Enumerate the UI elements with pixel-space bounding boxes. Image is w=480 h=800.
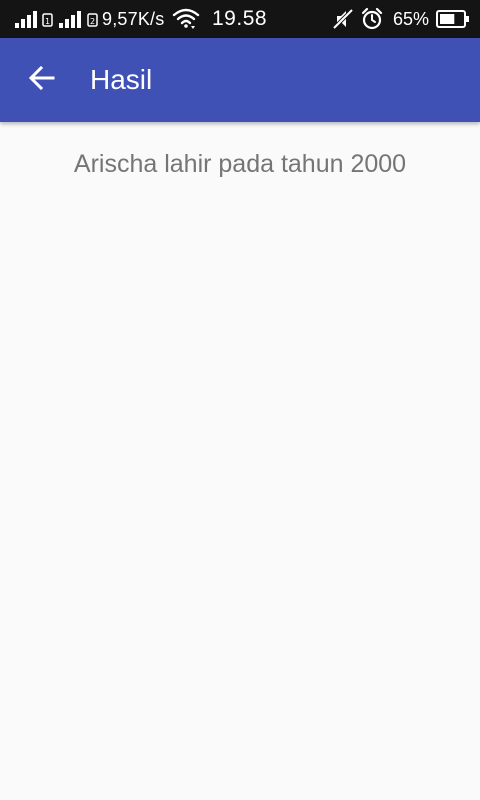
sim2-icon: 2 xyxy=(87,0,99,38)
wifi-icon xyxy=(172,0,200,38)
status-bar: 1 2 9,57K/s 19.58 65% xyxy=(0,0,480,38)
sim2-label: 2 xyxy=(90,17,95,26)
content-area: Arischa lahir pada tahun 2000 xyxy=(0,122,480,800)
battery-icon xyxy=(436,0,470,38)
back-button[interactable] xyxy=(16,54,68,106)
page-title: Hasil xyxy=(90,64,153,95)
alarm-icon xyxy=(360,0,384,38)
signal-strength-icon xyxy=(14,0,40,38)
battery-percentage: 65% xyxy=(393,8,430,29)
network-speed: 9,57K/s xyxy=(102,8,165,29)
result-text: Arischa lahir pada tahun 2000 xyxy=(73,150,407,178)
signal-strength-2-icon xyxy=(58,0,84,38)
mute-icon xyxy=(332,0,354,38)
screen: 1 2 9,57K/s 19.58 65% Hasil Arischa lahi… xyxy=(0,0,480,800)
app-bar: Hasil xyxy=(0,38,480,122)
sim1-label: 1 xyxy=(45,17,50,26)
status-time: 19.58 xyxy=(212,7,268,30)
sim1-icon: 1 xyxy=(42,0,54,38)
arrow-back-icon xyxy=(28,64,56,97)
